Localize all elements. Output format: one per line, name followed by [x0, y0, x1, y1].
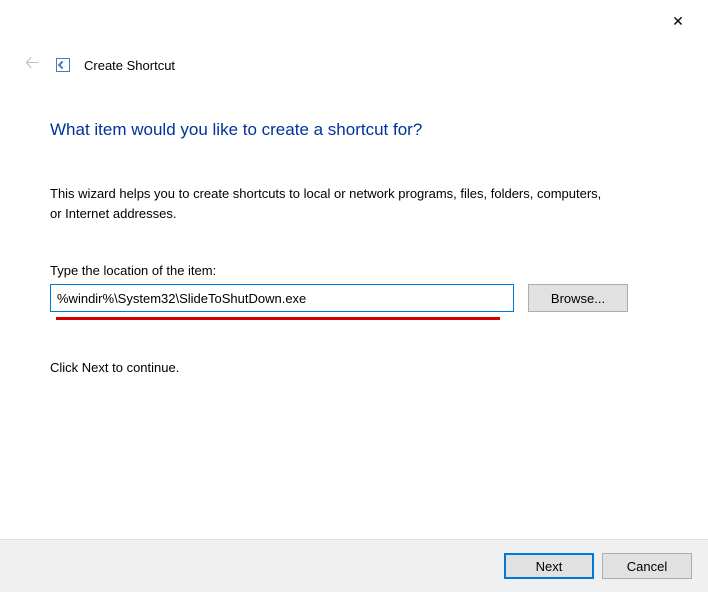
window-title: Create Shortcut — [84, 58, 175, 73]
location-row: Browse... — [50, 284, 668, 312]
wizard-header: 🡠 Create Shortcut — [0, 36, 708, 80]
page-heading: What item would you like to create a sho… — [50, 120, 668, 140]
browse-button[interactable]: Browse... — [528, 284, 628, 312]
back-arrow-icon: 🡠 — [20, 50, 44, 80]
cancel-button[interactable]: Cancel — [602, 553, 692, 579]
wizard-footer: Next Cancel — [0, 539, 708, 592]
wizard-content: What item would you like to create a sho… — [0, 80, 708, 375]
continue-instruction: Click Next to continue. — [50, 360, 668, 375]
wizard-description: This wizard helps you to create shortcut… — [50, 184, 610, 223]
close-icon: ✕ — [672, 13, 684, 30]
shortcut-icon — [56, 58, 70, 72]
annotation-underline — [56, 317, 500, 320]
location-input-wrap — [50, 284, 514, 312]
location-input[interactable] — [50, 284, 514, 312]
title-bar: ✕ — [0, 0, 708, 36]
next-button[interactable]: Next — [504, 553, 594, 579]
location-label: Type the location of the item: — [50, 263, 668, 278]
close-button[interactable]: ✕ — [656, 6, 700, 36]
